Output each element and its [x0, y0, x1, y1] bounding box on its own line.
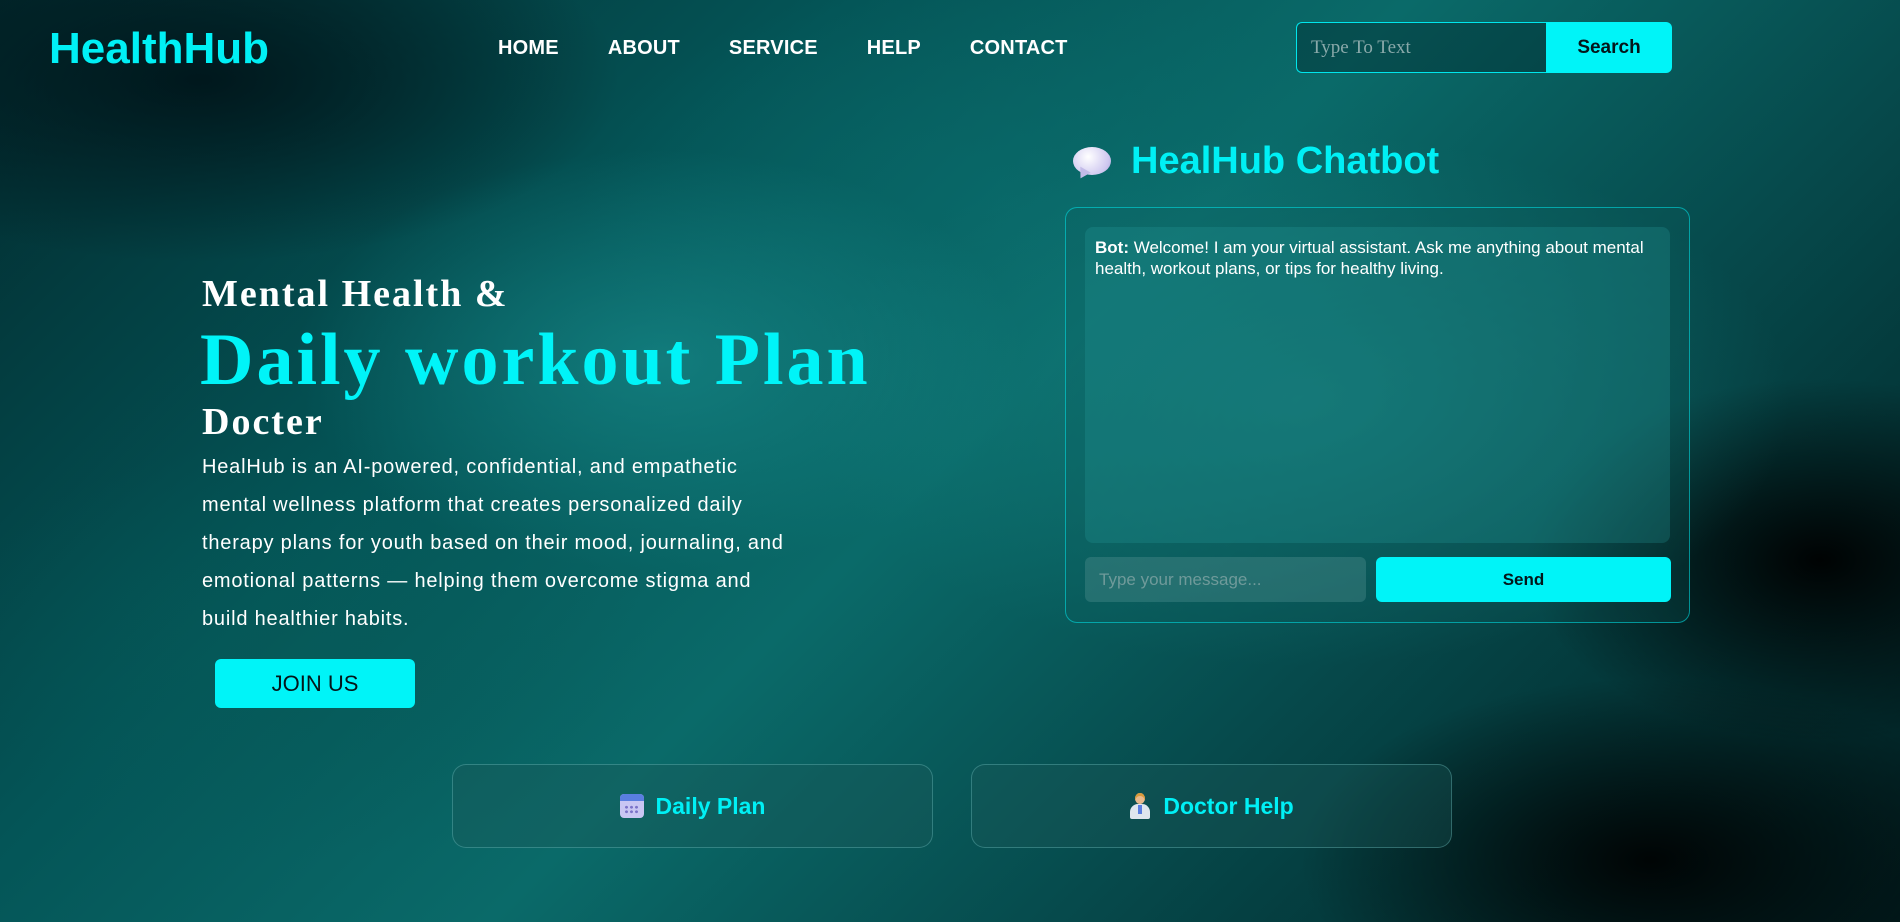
- hero-heading-line1: Mental Health &: [202, 273, 509, 315]
- search-button[interactable]: Search: [1546, 22, 1672, 73]
- calendar-icon: [619, 794, 644, 818]
- hero-description: HealHub is an AI-powered, confidential, …: [202, 456, 784, 630]
- main-nav: HOME ABOUT SERVICE HELP CONTACT: [498, 37, 1117, 60]
- message-text: Welcome! I am your virtual assistant. As…: [1095, 238, 1644, 278]
- hero-heading-line3: Docter: [202, 401, 324, 443]
- message-sender: Bot:: [1095, 238, 1129, 257]
- speech-bubble-icon: [1071, 145, 1113, 181]
- chat-messages[interactable]: Bot: Welcome! I am your virtual assistan…: [1085, 227, 1670, 543]
- send-button[interactable]: Send: [1376, 557, 1671, 602]
- search-input[interactable]: [1296, 22, 1546, 73]
- doctor-help-card[interactable]: Doctor Help: [971, 764, 1452, 848]
- site-logo[interactable]: HealthHub: [49, 24, 269, 74]
- nav-contact[interactable]: CONTACT: [970, 37, 1068, 60]
- search-bar: Search: [1296, 22, 1672, 73]
- doctor-help-label: Doctor Help: [1163, 792, 1294, 819]
- daily-plan-card[interactable]: Daily Plan: [452, 764, 933, 848]
- join-us-button[interactable]: JOIN US: [215, 659, 415, 708]
- nav-service[interactable]: SERVICE: [729, 37, 818, 60]
- doctor-icon: [1129, 793, 1151, 819]
- chatbot-title: HealHub Chatbot: [1131, 140, 1440, 182]
- daily-plan-label: Daily Plan: [655, 792, 766, 819]
- chatbot-panel: Bot: Welcome! I am your virtual assistan…: [1065, 207, 1690, 623]
- chatbot-header: HealHub Chatbot: [1071, 140, 1439, 183]
- nav-help[interactable]: HELP: [867, 37, 921, 60]
- nav-home[interactable]: HOME: [498, 37, 559, 60]
- hero-heading-main: Daily workout Plan: [200, 319, 871, 401]
- nav-about[interactable]: ABOUT: [608, 37, 680, 60]
- chat-message-input[interactable]: [1085, 557, 1366, 602]
- chat-message: Bot: Welcome! I am your virtual assistan…: [1095, 237, 1660, 279]
